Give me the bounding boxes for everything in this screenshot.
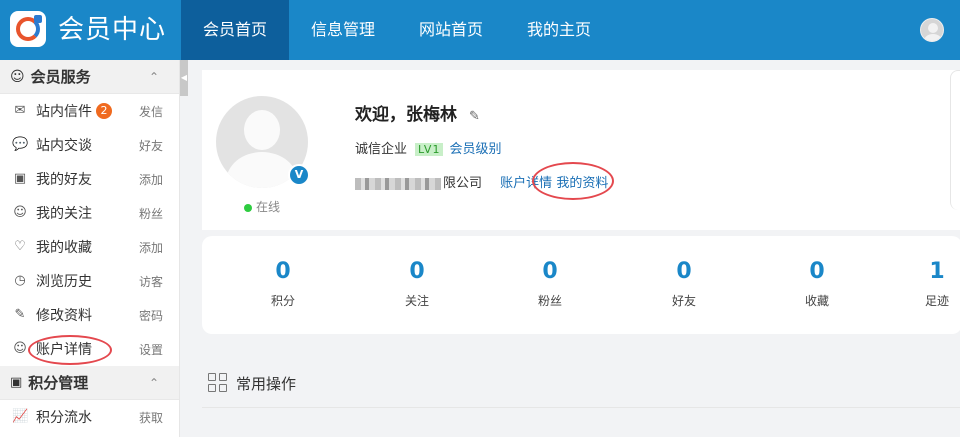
stats-card: 0 积分 0 关注 0 粉丝 0 好友 0 收藏 1 足迹 [202, 236, 960, 334]
sidebar-item-label: 站内交谈 [36, 138, 92, 154]
unread-badge: 2 [96, 103, 112, 119]
my-profile-link[interactable]: 我的资料 [556, 176, 608, 191]
sidebar-item-edit-profile[interactable]: ✎ 修改资料 密码 [0, 298, 179, 332]
stat-value: 1 [929, 259, 945, 284]
sidebar-item-action-password[interactable]: 密码 [139, 307, 163, 324]
stat-label: 收藏 [804, 294, 829, 308]
clock-icon: ◷ [14, 273, 26, 288]
sidebar: ☺ 会员服务 ⌃ ✉ 站内信件 2 发信 💬 站内交谈 好友 ▣ 我的好友 添加… [0, 60, 180, 437]
level-badge: LV1 [415, 143, 444, 156]
nav-item-my-homepage[interactable]: 我的主页 [505, 0, 613, 60]
brand-title[interactable]: 会员中心 [58, 14, 166, 46]
points-icon: ▣ [10, 375, 23, 390]
top-header: 会员中心 会员首页 信息管理 网站首页 我的主页 [0, 0, 960, 60]
sidebar-item-label: 我的好友 [36, 172, 92, 188]
sidebar-item-friends[interactable]: ▣ 我的好友 添加 [0, 162, 179, 196]
verified-badge-icon: V [288, 164, 310, 186]
account-details-link[interactable]: 账户详情 [500, 176, 552, 191]
member-level-link[interactable]: 会员级别 [449, 142, 501, 157]
sidebar-item-label: 站内信件 [36, 104, 92, 120]
sidebar-item-action-visitors[interactable]: 访客 [139, 273, 163, 290]
welcome-text: 欢迎，张梅林 [355, 105, 457, 125]
stat-value: 0 [542, 259, 558, 284]
edit-name-icon[interactable]: ✎ [469, 109, 480, 124]
sidebar-item-action-add[interactable]: 添加 [139, 171, 163, 188]
sidebar-group-title: 积分管理 [28, 374, 89, 392]
user-icon: ☺ [13, 341, 27, 356]
sidebar-item-action-send[interactable]: 发信 [139, 103, 163, 120]
stat-label: 粉丝 [537, 294, 562, 308]
stat-label: 足迹 [924, 294, 949, 308]
member-info-row: 诚信企业 LV1 会员级别 [355, 138, 501, 157]
sidebar-item-label: 浏览历史 [36, 274, 92, 290]
chevron-up-icon[interactable]: ⌃ [149, 376, 159, 390]
stat-footprints[interactable]: 1 足迹 [902, 258, 960, 309]
stat-value: 0 [275, 259, 291, 284]
company-suffix: 限公司 [443, 176, 483, 191]
sidebar-item-action-earn[interactable]: 获取 [139, 409, 163, 426]
stat-fans[interactable]: 0 粉丝 [515, 258, 585, 309]
sidebar-item-history[interactable]: ◷ 浏览历史 访客 [0, 264, 179, 298]
profile-card: V 在线 欢迎，张梅林 ✎ 诚信企业 LV1 会员级别 限公司 账户详情 我的资料 [202, 70, 960, 230]
stat-value: 0 [809, 259, 825, 284]
contact-icon: ▣ [13, 171, 27, 186]
edit-icon: ✎ [14, 307, 26, 322]
sidebar-item-label: 我的收藏 [36, 240, 92, 256]
stat-label: 关注 [404, 294, 429, 308]
sidebar-group-title: 会员服务 [30, 68, 91, 86]
redacted-company-name [355, 177, 441, 190]
stat-following[interactable]: 0 关注 [382, 258, 452, 309]
heart-icon: ♡ [14, 239, 26, 254]
mail-icon: ✉ [14, 103, 26, 118]
company-type: 诚信企业 [355, 142, 408, 157]
grid-icon [208, 373, 228, 393]
chart-icon: 📈 [12, 409, 29, 424]
section-title: 常用操作 [236, 375, 297, 393]
sidebar-group-member-service[interactable]: ☺ 会员服务 ⌃ [0, 60, 179, 94]
sidebar-item-points-log[interactable]: 📈 积分流水 获取 [0, 400, 179, 434]
stat-value: 0 [676, 259, 692, 284]
online-status: 在线 [244, 198, 280, 215]
sidebar-item-favorites[interactable]: ♡ 我的收藏 添加 [0, 230, 179, 264]
logo-icon[interactable] [10, 11, 46, 47]
nav-item-member-home[interactable]: 会员首页 [181, 0, 290, 60]
stat-favorites[interactable]: 0 收藏 [782, 258, 852, 309]
sidebar-item-label: 修改资料 [36, 308, 92, 324]
sidebar-item-action-fans[interactable]: 粉丝 [139, 205, 163, 222]
common-operations-section: 常用操作 [202, 360, 960, 408]
chat-icon: 💬 [12, 137, 29, 152]
nav-item-site-home[interactable]: 网站首页 [397, 0, 505, 60]
stat-label: 积分 [270, 294, 295, 308]
top-nav: 会员首页 信息管理 网站首页 我的主页 [181, 0, 613, 60]
right-panel-edge [950, 70, 960, 210]
nav-item-info-manage[interactable]: 信息管理 [289, 0, 397, 60]
sidebar-item-action-add[interactable]: 添加 [139, 239, 163, 256]
sidebar-item-chat[interactable]: 💬 站内交谈 好友 [0, 128, 179, 162]
member-icon: ☺ [10, 68, 25, 85]
sidebar-item-messages[interactable]: ✉ 站内信件 2 发信 [0, 94, 179, 128]
online-dot-icon [244, 203, 252, 212]
sidebar-item-label: 积分流水 [36, 410, 92, 426]
sidebar-item-action-settings[interactable]: 设置 [139, 341, 163, 358]
sidebar-item-account-details[interactable]: ☺ 账户详情 设置 [0, 332, 179, 366]
sidebar-item-action-friends[interactable]: 好友 [139, 137, 163, 154]
sidebar-item-label: 我的关注 [36, 206, 92, 222]
main-content: V 在线 欢迎，张梅林 ✎ 诚信企业 LV1 会员级别 限公司 账户详情 我的资料 0… [188, 60, 960, 437]
sidebar-item-following[interactable]: ☺ 我的关注 粉丝 [0, 196, 179, 230]
sidebar-group-points[interactable]: ▣ 积分管理 ⌃ [0, 366, 179, 400]
sidebar-item-label: 账户详情 [36, 342, 92, 358]
user-avatar-icon[interactable] [920, 18, 944, 42]
chevron-up-icon[interactable]: ⌃ [149, 70, 159, 84]
collapse-sidebar-icon[interactable]: ◀ [180, 60, 188, 96]
welcome-title: 欢迎，张梅林 ✎ [355, 100, 480, 125]
stat-label: 好友 [671, 294, 696, 308]
user-icon: ☺ [13, 205, 27, 220]
stat-value: 0 [409, 259, 425, 284]
stat-points[interactable]: 0 积分 [248, 258, 318, 309]
online-text: 在线 [256, 200, 281, 214]
company-row: 限公司 账户详情 我的资料 [355, 172, 608, 191]
stat-friends[interactable]: 0 好友 [649, 258, 719, 309]
